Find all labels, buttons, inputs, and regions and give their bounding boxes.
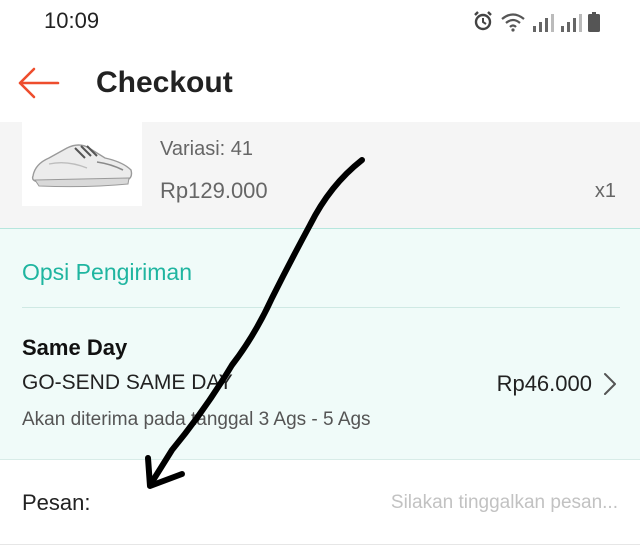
wifi-icon — [501, 13, 525, 32]
signal-icon — [561, 14, 582, 32]
shipping-service: GO-SEND SAME DAY — [22, 371, 233, 394]
alarm-icon — [474, 11, 492, 31]
app-bar: Checkout — [0, 44, 640, 122]
shipping-header: Opsi Pengiriman — [22, 259, 193, 285]
shipping-eta: Akan diterima pada tanggal 3 Ags - 5 Ags — [22, 409, 371, 430]
shipping-option[interactable]: Same Day GO-SEND SAME DAY Rp46.000 Akan … — [0, 321, 640, 441]
shipping-type: Same Day — [22, 335, 128, 360]
sneaker-image — [31, 144, 133, 188]
product-quantity: x1 — [594, 180, 616, 202]
status-time: 10:09 — [44, 8, 100, 33]
status-icons — [472, 10, 600, 32]
shipping-section: Opsi Pengiriman Same Day GO-SEND SAME DA… — [0, 228, 640, 460]
message-label: Pesan: — [22, 490, 91, 515]
product-image — [22, 122, 142, 206]
shipping-price: Rp46.000 — [496, 371, 592, 396]
message-input[interactable] — [200, 486, 618, 520]
arrow-left-icon — [18, 67, 60, 99]
page-title: Checkout — [96, 66, 233, 99]
signal-icon — [533, 14, 554, 32]
shipping-divider — [22, 307, 620, 308]
product-variant: Variasi: 41 — [160, 138, 254, 160]
back-button[interactable] — [14, 62, 62, 104]
message-row: Pesan: — [0, 460, 640, 545]
battery-icon — [588, 12, 600, 32]
status-bar: 10:09 — [0, 0, 640, 44]
product-item: Variasi: 41 Rp129.000 x1 — [0, 122, 640, 228]
chevron-right-icon — [600, 371, 620, 397]
product-price: Rp129.000 — [160, 178, 268, 203]
